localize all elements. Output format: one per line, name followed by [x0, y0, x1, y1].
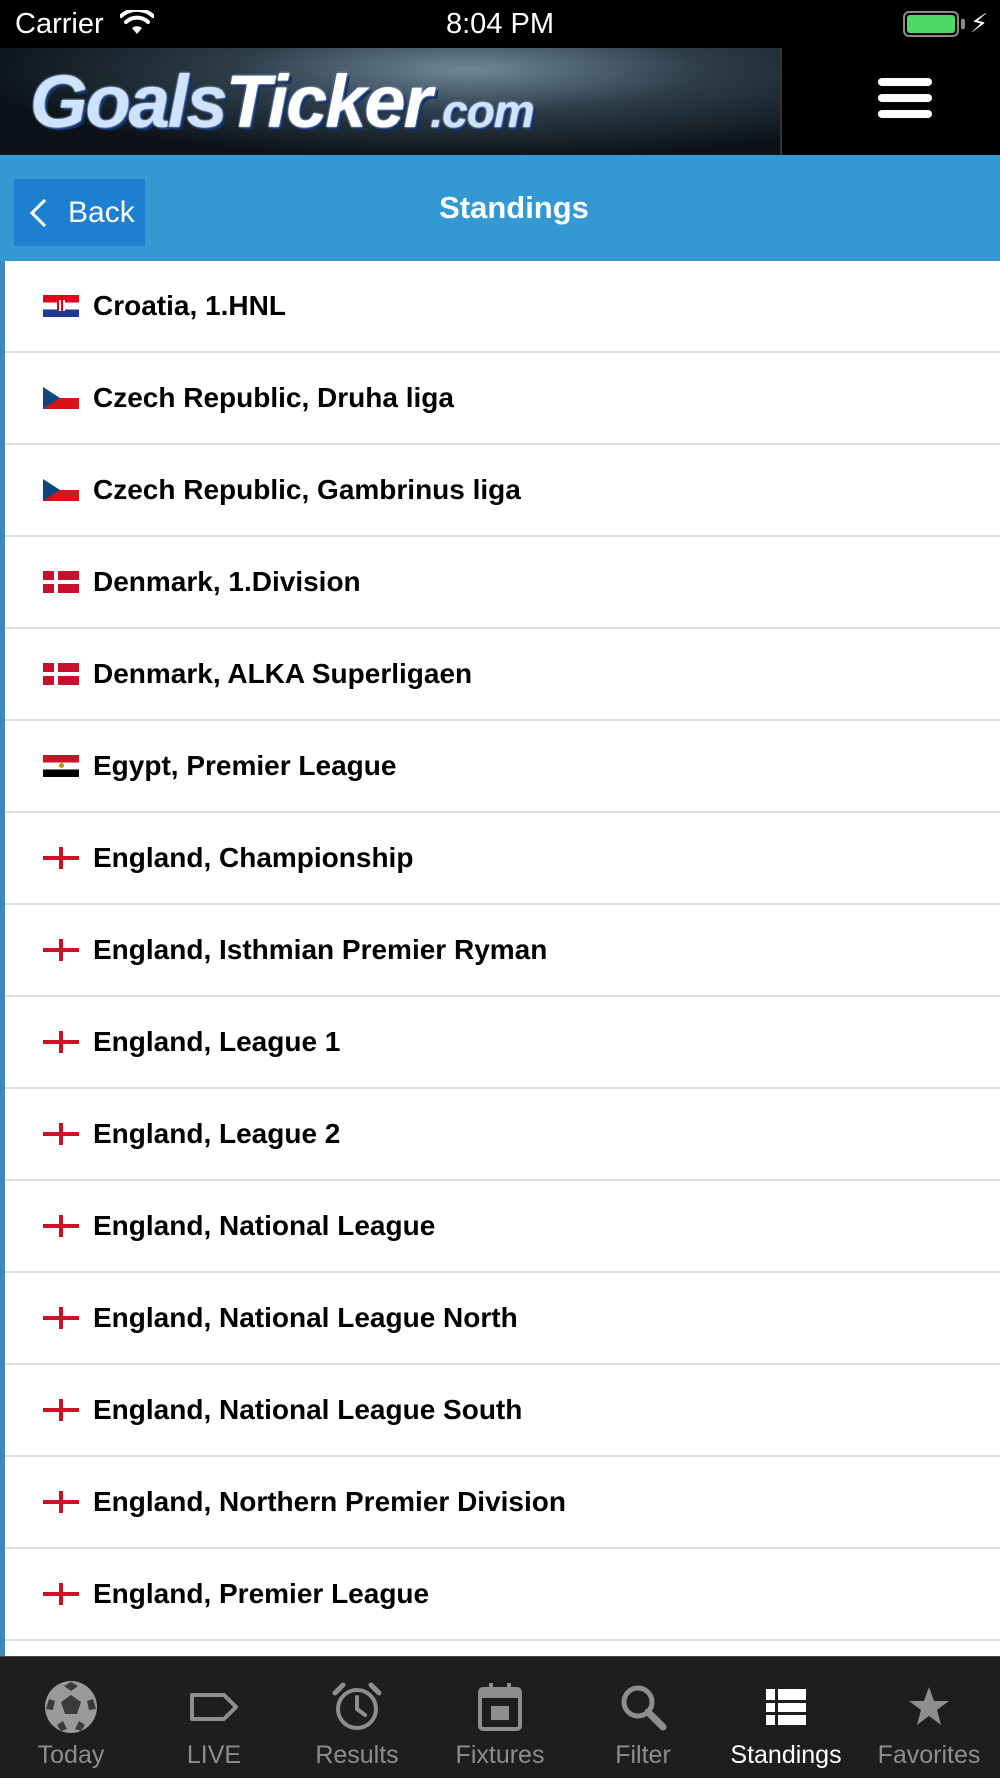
tab-label: Fixtures — [455, 1741, 545, 1769]
flag-en-icon — [43, 939, 79, 961]
league-row[interactable]: Egypt, Premier League — [5, 721, 1000, 813]
league-name: England, Championship — [93, 842, 414, 873]
flag-en-icon — [43, 1031, 79, 1053]
hamburger-menu-icon[interactable] — [878, 78, 932, 122]
league-row[interactable]: Denmark, 1.Division — [5, 537, 1000, 629]
star-icon — [901, 1679, 957, 1735]
tab-label: Today — [37, 1741, 105, 1769]
tab-results[interactable]: Results — [286, 1657, 428, 1779]
league-name: Egypt, Premier League — [93, 750, 397, 781]
list-icon — [758, 1679, 814, 1735]
league-name: England, Isthmian Premier Ryman — [93, 934, 548, 965]
flag-en-icon — [43, 1491, 79, 1513]
flag-dk-icon — [43, 663, 79, 685]
league-name: Czech Republic, Druha liga — [93, 382, 454, 413]
tab-label: LIVE — [186, 1741, 242, 1769]
goalsticker-logo: GoalsTicker.com — [30, 60, 535, 143]
flag-dk-icon — [43, 571, 79, 593]
battery-icon — [903, 11, 959, 37]
tab-label: Filter — [615, 1741, 671, 1769]
search-icon — [615, 1679, 671, 1735]
flag-en-icon — [43, 1123, 79, 1145]
clock: 8:04 PM — [446, 8, 554, 40]
battery-tip — [961, 19, 965, 29]
flag-cz-icon — [43, 479, 79, 501]
tab-label: Standings — [730, 1741, 842, 1769]
league-name: England, League 2 — [93, 1118, 341, 1149]
league-row[interactable]: England, Northern Premier Division — [5, 1457, 1000, 1549]
league-row[interactable]: England, League 2 — [5, 1089, 1000, 1181]
tab-filter[interactable]: Filter — [572, 1657, 714, 1779]
league-name: Denmark, 1.Division — [93, 566, 361, 597]
tab-label: Favorites — [877, 1741, 981, 1769]
title-bar: Back Standings — [0, 155, 1000, 261]
flag-en-icon — [43, 1583, 79, 1605]
tab-live[interactable]: LIVE — [143, 1657, 285, 1779]
tab-favorites[interactable]: Favorites — [858, 1657, 1000, 1779]
league-name: England, National League — [93, 1210, 436, 1241]
tab-bar: Today LIVE Results Fixtures Filter Standings F… — [0, 1656, 1000, 1778]
soccer-ball-icon — [43, 1679, 99, 1735]
league-row[interactable]: England, National League — [5, 1181, 1000, 1273]
league-row[interactable]: Croatia, 1.HNL — [5, 261, 1000, 353]
league-name: Croatia, 1.HNL — [93, 290, 286, 321]
league-name: Denmark, ALKA Superligaen — [93, 658, 473, 689]
league-row[interactable]: Czech Republic, Gambrinus liga — [5, 445, 1000, 537]
flag-en-icon — [43, 1399, 79, 1421]
tab-label: Results — [315, 1741, 399, 1769]
league-name: England, National League South — [93, 1394, 523, 1425]
league-list[interactable]: Croatia, 1.HNL Czech Republic, Druha liga… — [0, 261, 1000, 1656]
header-banner: GoalsTicker.com — [0, 48, 782, 155]
league-name: England, National League North — [93, 1302, 518, 1333]
league-row[interactable]: England, Isthmian Premier Ryman — [5, 905, 1000, 997]
league-row[interactable]: England, Championship — [5, 813, 1000, 905]
league-row[interactable]: Czech Republic, Druha liga — [5, 353, 1000, 445]
status-bar: Carrier 8:04 PM ⚡ — [0, 0, 1000, 48]
flag-en-icon — [43, 847, 79, 869]
charging-icon: ⚡ — [970, 8, 989, 38]
league-name: England, Northern Premier Division — [93, 1486, 566, 1517]
league-name: England, Premier League — [93, 1578, 430, 1609]
alarm-clock-icon — [329, 1679, 385, 1735]
calendar-icon — [472, 1679, 528, 1735]
league-row[interactable]: England, National League South — [5, 1365, 1000, 1457]
flag-hr-icon — [43, 295, 79, 317]
league-row[interactable]: Denmark, ALKA Superligaen — [5, 629, 1000, 721]
flag-eg-icon — [43, 755, 79, 777]
flag-en-icon — [43, 1215, 79, 1237]
tag-icon — [186, 1679, 242, 1735]
flag-cz-icon — [43, 387, 79, 409]
league-name: Czech Republic, Gambrinus liga — [93, 474, 521, 505]
app-header: GoalsTicker.com — [0, 48, 1000, 155]
league-row[interactable]: England, National League North — [5, 1273, 1000, 1365]
tab-fixtures[interactable]: Fixtures — [429, 1657, 571, 1779]
flag-en-icon — [43, 1307, 79, 1329]
league-row[interactable]: England, League 1 — [5, 997, 1000, 1089]
league-row[interactable]: England, Premier League — [5, 1549, 1000, 1641]
page-title: Standings — [439, 190, 589, 225]
league-name: England, League 1 — [93, 1026, 341, 1057]
tab-today[interactable]: Today — [0, 1657, 142, 1779]
tab-standings[interactable]: Standings — [715, 1657, 857, 1779]
